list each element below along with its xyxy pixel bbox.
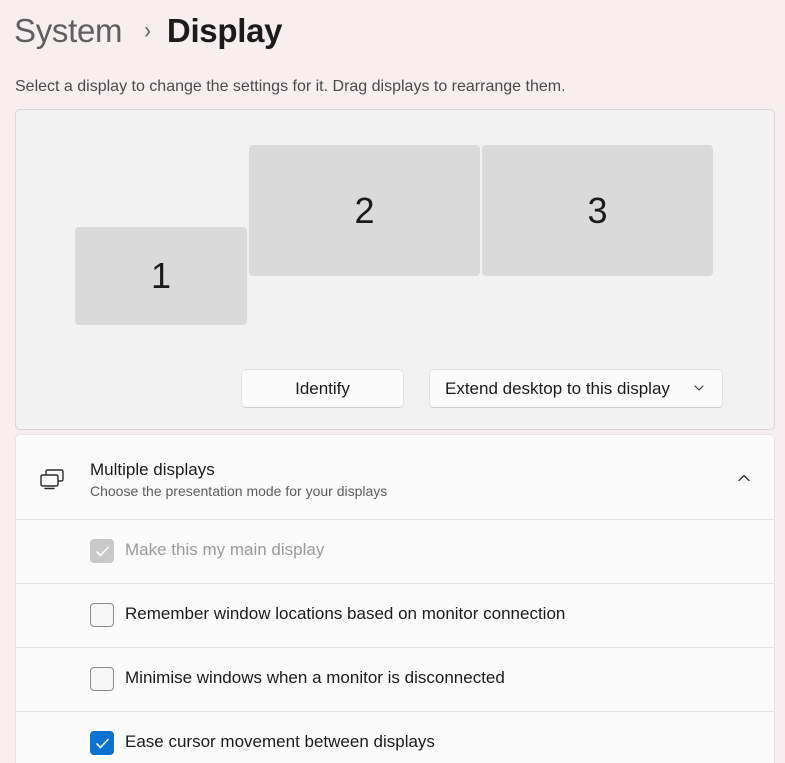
identify-button-label: Identify [295,378,350,398]
section-description: Choose the presentation mode for your di… [90,483,388,499]
option-row-main-display: Make this my main display [15,520,775,584]
main-display-checkbox [90,539,114,563]
breadcrumb: System › Display [14,8,283,54]
chevron-up-icon[interactable] [736,470,752,486]
checkmark-icon [96,546,109,557]
arrange-instructions: Select a display to change the settings … [15,78,566,95]
display-1-number: 1 [150,255,172,296]
display-2-tile[interactable]: 2 [249,145,480,276]
breadcrumb-system-link[interactable]: System [14,12,123,50]
page-title: Display [166,12,283,49]
chevron-right-icon: › [144,17,151,44]
multiple-displays-header[interactable]: Multiple displays Choose the presentatio… [15,434,775,520]
minimise-windows-checkbox[interactable] [90,667,114,691]
main-display-label: Make this my main display [125,540,325,559]
identify-button[interactable]: Identify [241,369,404,408]
remember-locations-checkbox[interactable] [90,603,114,627]
display-2-number: 2 [354,189,375,231]
minimise-windows-label[interactable]: Minimise windows when a monitor is disco… [125,668,505,688]
checkmark-icon [96,738,109,749]
multiple-displays-icon [40,469,64,490]
option-row-minimise-windows: Minimise windows when a monitor is disco… [15,648,775,712]
display-mode-dropdown[interactable]: Extend desktop to this display [429,369,723,408]
display-3-number: 3 [587,189,608,231]
display-1-tile[interactable]: 1 [75,227,247,325]
display-mode-value: Extend desktop to this display [445,378,670,398]
section-title: Multiple displays [90,460,215,479]
remember-locations-label[interactable]: Remember window locations based on monit… [125,604,565,624]
option-row-ease-cursor: Ease cursor movement between displays [15,712,775,763]
chevron-down-icon [694,385,704,391]
ease-cursor-label[interactable]: Ease cursor movement between displays [125,732,435,752]
display-arrangement-panel: 1 2 3 Identify Extend desktop to this di… [15,109,775,430]
option-row-remember-locations: Remember window locations based on monit… [15,584,775,648]
ease-cursor-checkbox[interactable] [90,731,114,755]
display-3-tile[interactable]: 3 [482,145,713,276]
